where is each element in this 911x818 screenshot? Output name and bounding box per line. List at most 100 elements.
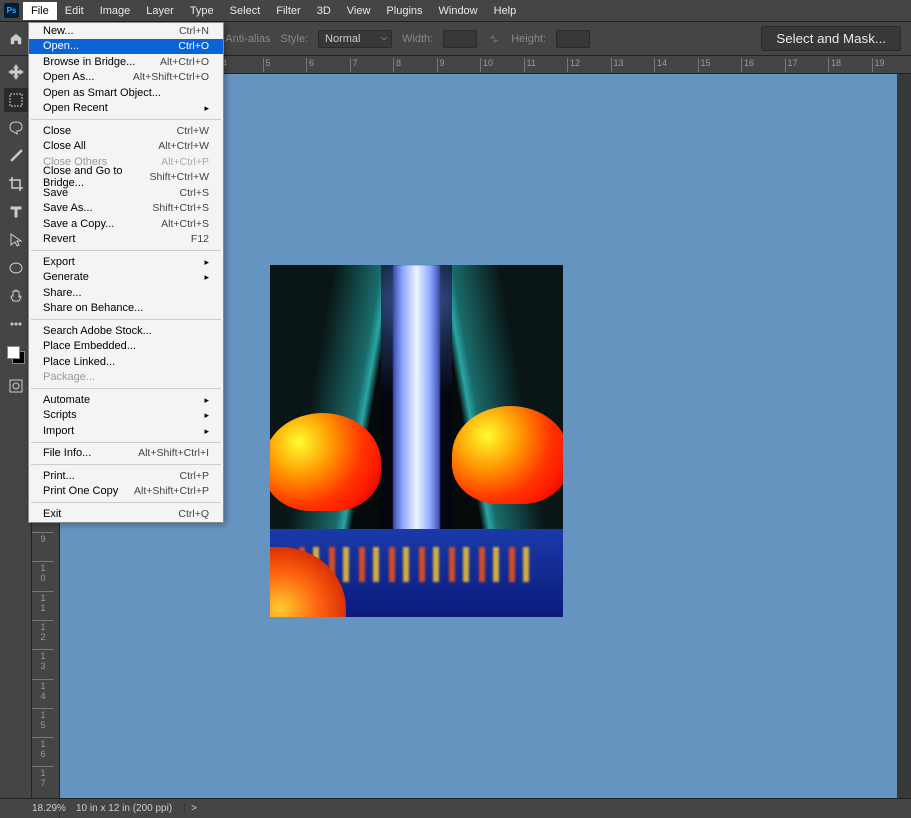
ruler-tick: 10	[480, 58, 493, 72]
menu-item-print[interactable]: Print...Ctrl+P	[29, 468, 223, 484]
menu-help[interactable]: Help	[486, 2, 525, 20]
ruler-tick: 9	[32, 532, 54, 544]
ruler-tick: 15	[698, 58, 711, 72]
menu-separator	[31, 250, 221, 251]
type-tool[interactable]	[4, 200, 28, 224]
ruler-tick: 9	[437, 58, 445, 72]
ruler-tick: 6	[306, 58, 314, 72]
style-label: Style:	[281, 33, 309, 45]
height-label: Height:	[511, 33, 546, 45]
menu-item-exit[interactable]: ExitCtrl+Q	[29, 506, 223, 522]
menu-layer[interactable]: Layer	[138, 2, 182, 20]
menu-item-place-embedded[interactable]: Place Embedded...	[29, 339, 223, 355]
menu-item-automate[interactable]: Automate	[29, 392, 223, 408]
width-field	[443, 30, 477, 48]
menu-item-package: Package...	[29, 370, 223, 386]
swap-dimensions-icon	[487, 32, 501, 46]
menu-separator	[31, 388, 221, 389]
menu-filter[interactable]: Filter	[268, 2, 308, 20]
ps-logo-icon: Ps	[4, 3, 19, 18]
ruler-tick: 12	[567, 58, 580, 72]
status-caret-icon[interactable]: >	[185, 803, 203, 814]
status-doc-info[interactable]: 10 in x 12 in (200 ppi)	[64, 803, 185, 814]
ruler-tick: 7	[350, 58, 358, 72]
menu-item-file-info[interactable]: File Info...Alt+Shift+Ctrl+I	[29, 446, 223, 462]
menubar: Ps FileEditImageLayerTypeSelectFilter3DV…	[0, 0, 911, 22]
menu-item-share[interactable]: Share...	[29, 285, 223, 301]
shape-tool[interactable]	[4, 256, 28, 280]
menu-item-place-linked[interactable]: Place Linked...	[29, 354, 223, 370]
ruler-tick: 14	[32, 679, 54, 701]
menu-item-scripts[interactable]: Scripts	[29, 408, 223, 424]
menu-item-open-as-smart-object[interactable]: Open as Smart Object...	[29, 85, 223, 101]
hand-tool[interactable]	[4, 284, 28, 308]
menu-item-save-a-copy[interactable]: Save a Copy...Alt+Ctrl+S	[29, 216, 223, 232]
style-select[interactable]: Normal⌵	[318, 30, 392, 48]
quick-mask-tool[interactable]	[4, 374, 28, 398]
menu-item-revert[interactable]: RevertF12	[29, 232, 223, 248]
menu-edit[interactable]: Edit	[57, 2, 92, 20]
menu-item-close-all[interactable]: Close AllAlt+Ctrl+W	[29, 139, 223, 155]
menu-item-share-on-behance[interactable]: Share on Behance...	[29, 301, 223, 317]
menu-item-open[interactable]: Open...Ctrl+O	[29, 39, 223, 55]
ruler-tick: 13	[611, 58, 624, 72]
lasso-tool[interactable]	[4, 116, 28, 140]
menu-plugins[interactable]: Plugins	[378, 2, 430, 20]
menu-view[interactable]: View	[339, 2, 379, 20]
path-tool[interactable]	[4, 228, 28, 252]
ruler-tick: 11	[524, 58, 536, 72]
crop-tool[interactable]	[4, 172, 28, 196]
scrollbar-vertical[interactable]	[897, 74, 911, 798]
status-right: 10 in x 12 in (200 ppi) >	[60, 799, 203, 818]
menu-select[interactable]: Select	[222, 2, 269, 20]
ruler-tick: 15	[32, 708, 54, 730]
menu-file[interactable]: File	[23, 2, 57, 20]
menu-item-generate[interactable]: Generate	[29, 270, 223, 286]
canvas-image[interactable]	[270, 265, 563, 617]
menu-separator	[31, 119, 221, 120]
menu-image[interactable]: Image	[92, 2, 139, 20]
menu-item-close-and-go-to-bridge[interactable]: Close and Go to Bridge...Shift+Ctrl+W	[29, 170, 223, 186]
ruler-tick: 8	[393, 58, 401, 72]
ruler-tick: 19	[872, 58, 885, 72]
menu-item-browse-in-bridge[interactable]: Browse in Bridge...Alt+Ctrl+O	[29, 54, 223, 70]
ruler-tick: 17	[32, 766, 54, 788]
brush-tool[interactable]	[4, 144, 28, 168]
menu-item-open-as[interactable]: Open As...Alt+Shift+Ctrl+O	[29, 70, 223, 86]
status-bar: 18.29% 10 in x 12 in (200 ppi) >	[0, 798, 911, 818]
ruler-tick: 10	[32, 561, 54, 583]
menu-item-save-as[interactable]: Save As...Shift+Ctrl+S	[29, 201, 223, 217]
menu-separator	[31, 464, 221, 465]
move-tool[interactable]	[4, 60, 28, 84]
menu-item-search-adobe-stock[interactable]: Search Adobe Stock...	[29, 323, 223, 339]
menu-item-close[interactable]: CloseCtrl+W	[29, 123, 223, 139]
file-menu-dropdown: New...Ctrl+NOpen...Ctrl+OBrowse in Bridg…	[28, 22, 224, 523]
menu-separator	[31, 319, 221, 320]
ruler-tick: 5	[263, 58, 271, 72]
menu-type[interactable]: Type	[182, 2, 222, 20]
height-field	[556, 30, 590, 48]
ruler-tick: 16	[741, 58, 754, 72]
select-and-mask-button[interactable]: Select and Mask...	[761, 26, 901, 51]
menu-item-import[interactable]: Import	[29, 423, 223, 439]
marquee-tool[interactable]	[4, 88, 28, 112]
menu-window[interactable]: Window	[431, 2, 486, 20]
ruler-tick: 14	[654, 58, 667, 72]
menu-separator	[31, 442, 221, 443]
home-icon[interactable]	[8, 32, 24, 46]
ruler-tick: 11	[32, 591, 54, 613]
color-swatch[interactable]	[7, 346, 25, 364]
ruler-tick: 18	[828, 58, 841, 72]
painting-content	[270, 265, 563, 617]
ruler-tick: 13	[32, 649, 54, 671]
menu-3d[interactable]: 3D	[309, 2, 339, 20]
chevron-down-icon: ⌵	[381, 33, 387, 43]
menu-item-export[interactable]: Export	[29, 254, 223, 270]
menu-separator	[31, 502, 221, 503]
menu-item-open-recent[interactable]: Open Recent	[29, 101, 223, 117]
ruler-tick: 17	[785, 58, 798, 72]
more-tools[interactable]	[4, 312, 28, 336]
menu-item-print-one-copy[interactable]: Print One CopyAlt+Shift+Ctrl+P	[29, 484, 223, 500]
menu-item-new[interactable]: New...Ctrl+N	[29, 23, 223, 39]
status-zoom[interactable]: 18.29%	[0, 799, 60, 818]
